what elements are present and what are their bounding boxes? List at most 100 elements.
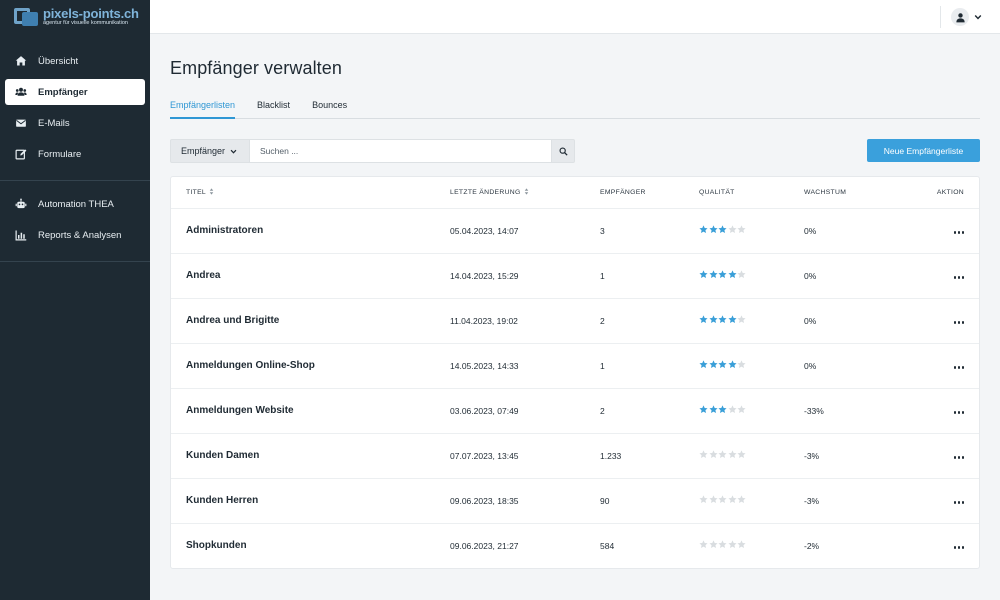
recipient-count: 3	[600, 208, 699, 254]
recipient-count: 1	[600, 253, 699, 299]
more-options-icon[interactable]	[953, 366, 964, 369]
tab-bar: Empfängerlisten Blacklist Bounces	[170, 97, 980, 119]
user-menu[interactable]	[940, 6, 982, 28]
more-options-icon[interactable]	[953, 231, 964, 234]
table-row[interactable]: Kunden Herren 09.06.2023, 18:35 90 -3%	[171, 478, 979, 524]
table-row[interactable]: Anmeldungen Online-Shop 14.05.2023, 14:3…	[171, 343, 979, 389]
sidebar-item-reports[interactable]: Reports & Analysen	[5, 222, 145, 248]
list-title[interactable]: Andrea und Brigitte	[171, 298, 450, 344]
more-options-icon[interactable]	[953, 276, 964, 279]
filter-dropdown[interactable]: Empfänger	[170, 139, 250, 163]
table-row[interactable]: Administratoren 05.04.2023, 14:07 3 0%	[171, 208, 979, 254]
star-icon	[737, 405, 746, 414]
list-title[interactable]: Andrea	[171, 253, 450, 299]
sidebar-item-label: Übersicht	[38, 55, 79, 67]
growth-value: -33%	[804, 388, 914, 434]
star-icon	[727, 225, 737, 234]
row-actions	[914, 208, 979, 254]
star-icon	[718, 270, 727, 279]
main-content: Empfänger verwalten Empfängerlisten Blac…	[170, 34, 980, 569]
list-title[interactable]: Administratoren	[171, 208, 450, 254]
column-header-date[interactable]: LETZTE ÄNDERUNG	[450, 177, 600, 209]
sidebar-item-label: Formulare	[38, 148, 82, 160]
brand-tagline: agentur für visuelle kommunikation	[43, 20, 128, 27]
sidebar-item-overview[interactable]: Übersicht	[5, 48, 145, 74]
sidebar-item-automation[interactable]: Automation THEA	[5, 191, 145, 217]
sidebar: pixels-points.ch agentur für visuelle ko…	[0, 0, 150, 600]
quality-rating	[699, 343, 804, 389]
star-icon	[727, 540, 737, 549]
sidebar-item-label: Reports & Analysen	[38, 229, 122, 241]
brand-logo[interactable]: pixels-points.ch agentur für visuelle ko…	[0, 0, 150, 34]
quality-rating	[699, 208, 804, 254]
star-icon	[708, 270, 718, 279]
star-icon	[727, 495, 737, 504]
star-icon	[708, 495, 718, 504]
tab-bounces[interactable]: Bounces	[312, 97, 347, 118]
quality-rating	[699, 478, 804, 524]
sort-icon	[209, 188, 214, 195]
quality-rating	[699, 298, 804, 344]
sidebar-item-emails[interactable]: E-Mails	[5, 110, 145, 136]
quality-rating	[699, 388, 804, 434]
sidebar-nav: Übersicht Empfänger E-Mails Formulare Au…	[0, 48, 150, 262]
star-icon	[708, 540, 718, 549]
sidebar-item-label: E-Mails	[38, 117, 70, 129]
quality-rating	[699, 523, 804, 568]
sidebar-item-label: Automation THEA	[38, 198, 114, 210]
list-title[interactable]: Kunden Damen	[171, 433, 450, 479]
star-icon	[699, 450, 708, 459]
more-options-icon[interactable]	[953, 411, 964, 414]
star-icon	[737, 450, 746, 459]
search-input[interactable]	[250, 139, 551, 163]
last-modified: 14.04.2023, 15:29	[450, 253, 600, 299]
star-icon	[727, 270, 737, 279]
star-icon	[737, 540, 746, 549]
row-actions	[914, 343, 979, 389]
row-actions	[914, 478, 979, 524]
star-icon	[699, 405, 708, 414]
more-options-icon[interactable]	[953, 321, 964, 324]
list-title[interactable]: Kunden Herren	[171, 478, 450, 524]
table-row[interactable]: Andrea und Brigitte 11.04.2023, 19:02 2 …	[171, 298, 979, 344]
star-icon	[699, 360, 708, 369]
tab-recipient-lists[interactable]: Empfängerlisten	[170, 97, 236, 119]
last-modified: 03.06.2023, 07:49	[450, 388, 600, 434]
star-icon	[699, 225, 708, 234]
sidebar-item-forms[interactable]: Formulare	[5, 141, 145, 167]
growth-value: -3%	[804, 433, 914, 479]
list-title[interactable]: Shopkunden	[171, 523, 450, 568]
star-icon	[708, 360, 718, 369]
table-row[interactable]: Anmeldungen Website 03.06.2023, 07:49 2 …	[171, 388, 979, 434]
list-title[interactable]: Anmeldungen Online-Shop	[171, 343, 450, 389]
star-icon	[699, 315, 708, 324]
more-options-icon[interactable]	[953, 501, 964, 504]
new-recipient-list-button[interactable]: Neue Empfängerliste	[867, 139, 980, 162]
edit-icon	[15, 148, 27, 160]
table-row[interactable]: Shopkunden 09.06.2023, 21:27 584 -2%	[171, 523, 979, 568]
more-options-icon[interactable]	[953, 456, 964, 459]
star-icon	[737, 360, 746, 369]
more-options-icon[interactable]	[953, 546, 964, 549]
star-icon	[727, 450, 737, 459]
star-icon	[727, 360, 737, 369]
list-title[interactable]: Anmeldungen Website	[171, 388, 450, 434]
tab-blacklist[interactable]: Blacklist	[257, 97, 290, 118]
row-actions	[914, 388, 979, 434]
logo-icon	[14, 6, 40, 28]
row-actions	[914, 523, 979, 568]
star-icon	[737, 315, 746, 324]
sort-icon	[524, 188, 528, 195]
column-header-growth: WACHSTUM	[804, 177, 914, 209]
recipient-lists-table: TITEL LETZTE ÄNDERUNG EMPFÄNGER QUALITÄT…	[170, 176, 980, 569]
column-header-quality: QUALITÄT	[699, 177, 804, 209]
column-header-recipients: EMPFÄNGER	[600, 177, 699, 209]
table-row[interactable]: Kunden Damen 07.07.2023, 13:45 1.233 -3%	[171, 433, 979, 479]
nav-group-main: Übersicht Empfänger E-Mails Formulare	[0, 48, 150, 181]
sidebar-item-recipients[interactable]: Empfänger	[5, 79, 145, 105]
search-button[interactable]	[551, 139, 575, 163]
column-header-title[interactable]: TITEL	[171, 177, 450, 209]
users-icon	[15, 86, 27, 98]
star-icon	[718, 540, 727, 549]
table-row[interactable]: Andrea 14.04.2023, 15:29 1 0%	[171, 253, 979, 299]
